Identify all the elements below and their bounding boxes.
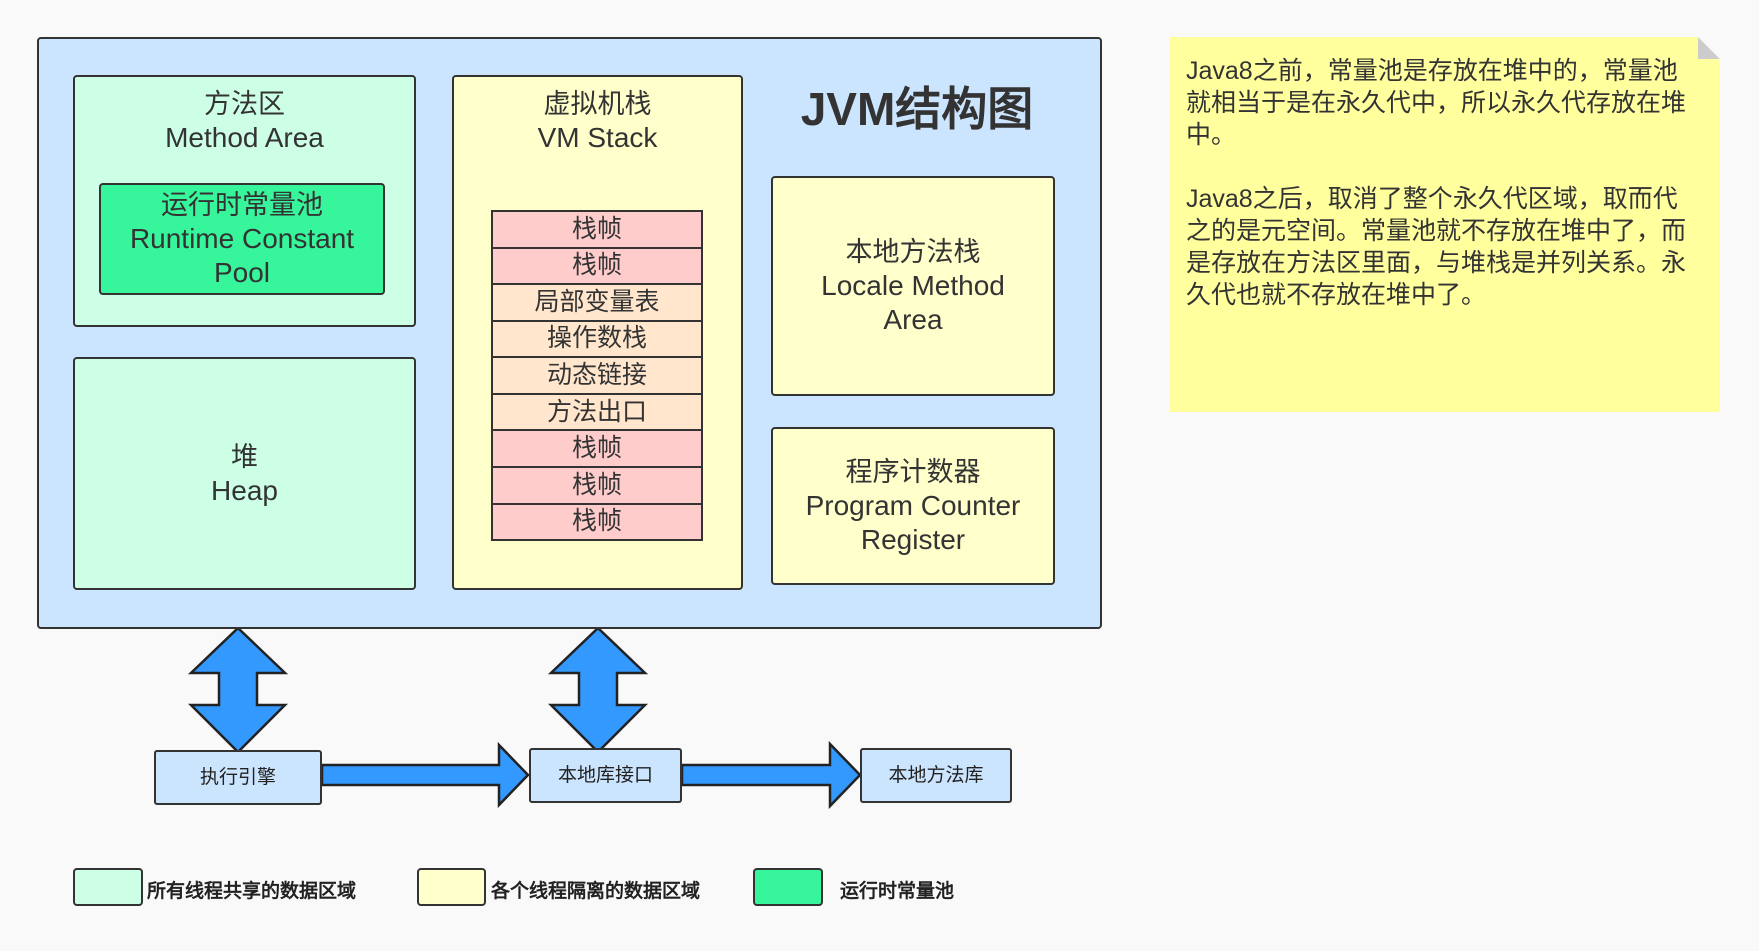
method-area-label: 方法区 Method Area bbox=[75, 87, 414, 155]
note-text: Java8之前，常量池是存放在堆中的，常量池就相当于是在永久代中，所以永久代存放… bbox=[1186, 55, 1698, 343]
legend-swatch-runtime-constant-pool bbox=[753, 868, 823, 906]
operand-stack-row: 操作数栈 bbox=[493, 319, 701, 357]
runtime-constant-pool-label-zh: 运行时常量池 bbox=[161, 190, 323, 220]
program-counter-box: 程序计数器 Program Counter Register bbox=[771, 427, 1055, 585]
execution-engine-box: 执行引擎 bbox=[154, 750, 322, 805]
legend-swatch-thread-private bbox=[417, 868, 486, 906]
program-counter-label-en: Program Counter Register bbox=[805, 490, 1021, 555]
legend-label-thread-private: 各个线程隔离的数据区域 bbox=[491, 881, 701, 902]
legend-label-runtime-constant-pool: 运行时常量池 bbox=[840, 881, 955, 902]
native-method-stack-label-zh: 本地方法栈 bbox=[845, 237, 981, 267]
heap-label-en: Heap bbox=[211, 474, 278, 506]
arrow-engine-to-native-interface bbox=[320, 741, 530, 809]
runtime-constant-pool-label-en: Runtime Constant Pool bbox=[129, 223, 355, 288]
legend-swatch-shared bbox=[73, 868, 143, 906]
stack-frame-row: 栈帧 bbox=[493, 465, 701, 503]
stack-frames-column: 栈帧 栈帧 局部变量表 操作数栈 动态链接 方法出口 栈帧 栈帧 栈帧 bbox=[491, 210, 703, 541]
native-method-stack-box: 本地方法栈 Locale Method Area bbox=[771, 176, 1055, 396]
dynamic-linking-row: 动态链接 bbox=[493, 356, 701, 393]
native-method-stack-label-en: Locale Method Area bbox=[821, 270, 1005, 335]
local-variable-table-row: 局部变量表 bbox=[493, 283, 701, 320]
note-paragraph: Java8之前，常量池是存放在堆中的，常量池就相当于是在永久代中，所以永久代存放… bbox=[1186, 57, 1687, 149]
heap-label-zh: 堆 bbox=[231, 441, 258, 472]
heap-box: 堆 Heap bbox=[73, 357, 416, 590]
note-paragraph: Java8之后，取消了整个永久代区域，取而代之的是元空间。常量池就不存放在堆中了… bbox=[1186, 185, 1687, 309]
arrow-jvm-native-interface bbox=[547, 626, 649, 754]
vm-stack-label-en: VM Stack bbox=[537, 122, 658, 153]
legend-label-shared: 所有线程共享的数据区域 bbox=[147, 881, 357, 902]
diagram-title: JVM结构图 bbox=[800, 83, 1034, 135]
runtime-constant-pool-box: 运行时常量池 Runtime Constant Pool bbox=[99, 183, 385, 295]
method-exit-row: 方法出口 bbox=[493, 392, 701, 430]
stack-frame-row: 栈帧 bbox=[493, 502, 701, 540]
program-counter-label-zh: 程序计数器 bbox=[845, 457, 981, 487]
jvm-structure-diagram: 方法区 Method Area 运行时常量池 Runtime Constant … bbox=[0, 0, 1759, 951]
method-area-label-zh: 方法区 bbox=[204, 89, 285, 119]
stack-frame-row: 栈帧 bbox=[493, 429, 701, 466]
method-area-label-en: Method Area bbox=[165, 122, 324, 153]
native-interface-box: 本地库接口 bbox=[529, 748, 682, 803]
vm-stack-label-zh: 虚拟机栈 bbox=[543, 89, 652, 119]
native-library-box: 本地方法库 bbox=[860, 748, 1012, 803]
stack-frame-row: 栈帧 bbox=[493, 212, 701, 247]
arrow-native-interface-to-native-library bbox=[680, 740, 862, 810]
stack-frame-row: 栈帧 bbox=[493, 246, 701, 284]
vm-stack-label: 虚拟机栈 VM Stack bbox=[454, 87, 741, 155]
sticky-note: Java8之前，常量池是存放在堆中的，常量池就相当于是在永久代中，所以永久代存放… bbox=[1170, 37, 1720, 412]
arrow-jvm-execution-engine bbox=[187, 626, 289, 754]
